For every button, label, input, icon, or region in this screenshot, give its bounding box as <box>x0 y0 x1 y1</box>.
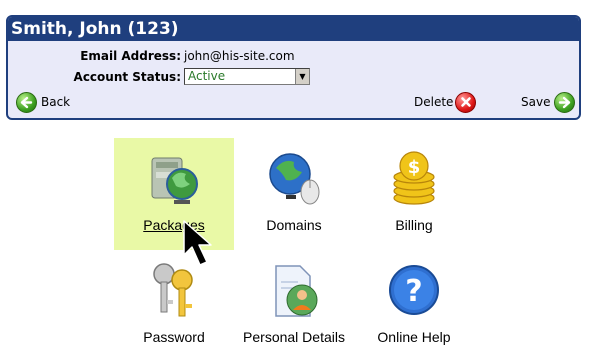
coins-icon: $ <box>393 151 435 205</box>
email-row: Email Address: john@his-site.com <box>8 47 579 67</box>
save-arrow-icon <box>554 91 576 113</box>
save-button[interactable]: Save <box>521 90 576 114</box>
delete-x-icon <box>455 91 477 113</box>
account-title: Smith, John (123) <box>8 17 579 41</box>
tile-label-password: Password <box>143 329 205 345</box>
globe-mouse-icon <box>269 153 320 205</box>
status-row: Account Status: Active ▼ <box>8 68 579 88</box>
tile-online-help[interactable]: ? Online Help <box>354 250 474 362</box>
tile-personal-details[interactable]: Personal Details <box>234 250 354 362</box>
account-status-value: Active <box>188 69 226 83</box>
chevron-down-icon[interactable]: ▼ <box>295 69 309 84</box>
email-value: john@his-site.com <box>184 49 295 63</box>
email-label: Email Address: <box>80 49 181 63</box>
status-label: Account Status: <box>73 70 181 84</box>
tile-password[interactable]: Password <box>114 250 234 362</box>
back-label: Back <box>41 95 71 109</box>
tile-domains[interactable]: Domains <box>234 138 354 250</box>
packages-icon <box>151 157 198 204</box>
svg-text:$: $ <box>408 157 421 178</box>
svg-text:?: ? <box>405 274 422 309</box>
tile-packages[interactable]: Packages <box>114 138 234 250</box>
tile-billing[interactable]: $ Billing <box>354 138 474 250</box>
tile-label-online-help: Online Help <box>377 329 451 345</box>
tile-label-personal-details: Personal Details <box>243 329 345 345</box>
tile-label-domains: Domains <box>266 217 322 233</box>
person-document-icon <box>275 265 318 317</box>
help-icon: ? <box>389 265 439 315</box>
account-status-select[interactable]: Active ▼ <box>184 68 310 85</box>
back-button[interactable]: Back <box>16 90 70 114</box>
delete-label: Delete <box>414 95 454 109</box>
mouse-pointer-icon <box>183 220 212 266</box>
back-arrow-icon <box>16 91 37 113</box>
tile-label-billing: Billing <box>395 217 433 233</box>
account-panel: Smith, John (123) Email Address: john@hi… <box>6 15 581 120</box>
delete-button[interactable]: Delete <box>414 90 477 114</box>
save-label: Save <box>521 95 551 109</box>
tile-label-packages: Packages <box>143 217 205 233</box>
keys-icon <box>153 263 193 317</box>
